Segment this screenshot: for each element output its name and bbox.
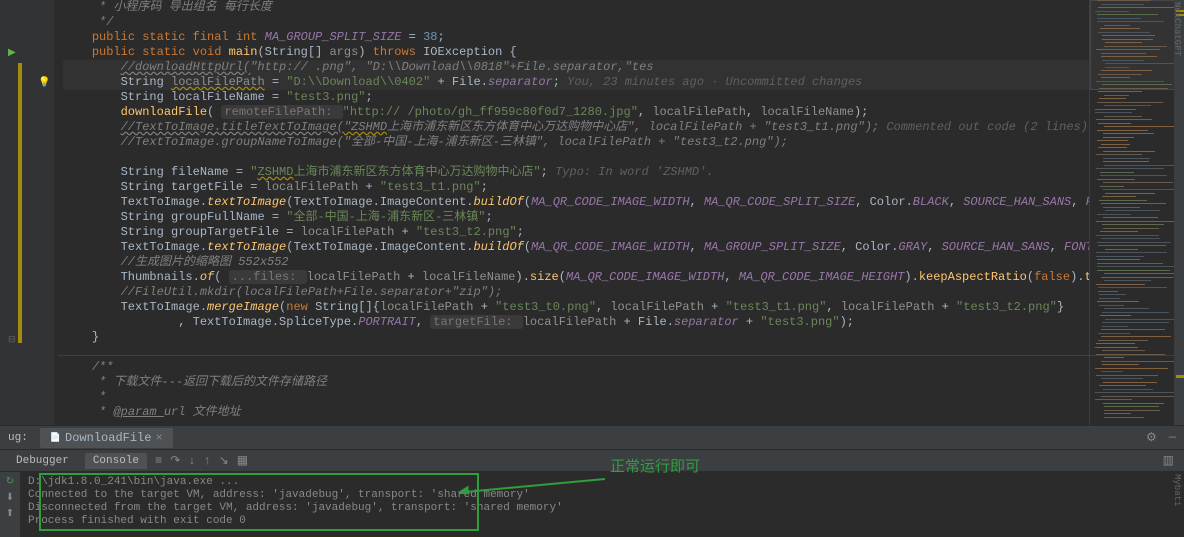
method-separator <box>58 355 1184 356</box>
change-marker <box>18 63 22 343</box>
console-line: D:\jdk1.8.0_241\bin\java.exe ... <box>28 476 1176 489</box>
evaluate-icon[interactable]: ▦ <box>237 453 248 468</box>
code-line[interactable]: downloadFile( remoteFilePath: "http:// /… <box>63 105 1089 120</box>
code-line[interactable]: //TextToImage.groupNameToImage("全部-中国-上海… <box>63 135 1089 150</box>
gear-icon[interactable]: ⚙ <box>1146 430 1157 445</box>
debugger-tab[interactable]: Debugger <box>8 453 77 469</box>
code-line[interactable]: TextToImage.mergeImage(new String[]{loca… <box>63 300 1089 315</box>
run-config-tab[interactable]: 📄 DownloadFile × <box>40 428 173 448</box>
code-line[interactable]: //生成图片的缩略图 552x552 <box>63 255 1089 270</box>
code-line[interactable]: /** <box>63 360 1089 375</box>
close-tab-icon[interactable]: × <box>155 431 162 445</box>
code-line[interactable]: */ <box>63 15 1089 30</box>
console-line: Process finished with exit code 0 <box>28 515 1176 528</box>
console-output[interactable]: D:\jdk1.8.0_241\bin\java.exe ...Connecte… <box>20 472 1184 537</box>
console-tab[interactable]: Console <box>85 453 147 469</box>
console-gutter: ↻ ⬇ ⬆ <box>0 472 20 537</box>
layout-icon[interactable]: ▥ <box>1163 453 1174 468</box>
annotation-text: 正常运行即可 <box>610 455 700 476</box>
code-line[interactable]: public static final int MA_GROUP_SPLIT_S… <box>63 30 1089 45</box>
code-line[interactable]: Thumbnails.of( ...files: localFilePath +… <box>63 270 1089 285</box>
debug-panel: ug: 📄 DownloadFile × ⚙ — Debugger Consol… <box>0 425 1184 536</box>
editor-gutter: ▶ 💡 ⊟ <box>0 0 55 425</box>
code-line[interactable]: public static void main(String[] args) t… <box>63 45 1089 60</box>
code-line[interactable] <box>63 150 1089 165</box>
code-line[interactable]: * <box>63 390 1089 405</box>
collapse-icon[interactable]: ⊟ <box>8 335 16 345</box>
run-gutter-icon[interactable]: ▶ <box>8 47 16 59</box>
code-line[interactable]: String groupTargetFile = localFilePath +… <box>63 225 1089 240</box>
code-line[interactable]: String groupFullName = "全部-中国-上海-浦东新区-三林… <box>63 210 1089 225</box>
console-line: Disconnected from the target VM, address… <box>28 502 1176 515</box>
code-line[interactable]: String targetFile = localFilePath + "tes… <box>63 180 1089 195</box>
code-line[interactable]: TextToImage.textToImage(TextToImage.Imag… <box>63 240 1089 255</box>
code-line[interactable]: //FileUtil.mkdir(localFilePath+File.sepa… <box>63 285 1089 300</box>
debug-label: ug: <box>0 429 36 447</box>
rerun-icon[interactable]: ↻ <box>6 476 14 488</box>
step-out-icon[interactable]: ↑ <box>204 454 211 468</box>
step-into-icon[interactable]: ↓ <box>188 454 195 468</box>
code-line[interactable]: String localFileName = "test3.png"; <box>63 90 1089 105</box>
code-line[interactable]: //downloadHttpUrl("http:// .png", "D:\\D… <box>63 60 1089 75</box>
minimize-icon[interactable]: — <box>1169 430 1176 445</box>
run-to-cursor-icon[interactable]: ↘ <box>219 453 229 468</box>
file-icon: 📄 <box>50 433 61 443</box>
code-editor[interactable]: * 小程序码 导出组名 每行长度 */ public static final … <box>55 0 1089 425</box>
code-line[interactable]: } <box>63 330 1089 345</box>
code-line[interactable]: * @param url 文件地址 <box>63 405 1089 420</box>
code-line[interactable]: TextToImage.textToImage(TextToImage.Imag… <box>63 195 1089 210</box>
stop-icon[interactable]: ⬇ <box>6 492 14 504</box>
debug-toolbar: Debugger Console ≡ ↷ ↓ ↑ ↘ ▦ ▥ <box>0 450 1184 472</box>
scroll-indicator[interactable] <box>1174 0 1184 425</box>
watermark-top: NexChatGPT <box>1172 2 1182 56</box>
minimap[interactable] <box>1089 0 1184 425</box>
bulb-icon[interactable]: 💡 <box>38 77 50 89</box>
code-line[interactable]: String fileName = "ZSHMD上海市浦东新区东方体育中心万达购… <box>63 165 1089 180</box>
code-line[interactable]: //TextToImage.titleTextToImage("ZSHMD上海市… <box>63 120 1089 135</box>
code-line[interactable]: String localFilePath = "D:\\Download\\04… <box>63 75 1089 90</box>
code-line[interactable]: * 小程序码 导出组名 每行长度 <box>63 0 1089 15</box>
step-over-icon[interactable]: ↷ <box>170 453 180 468</box>
up-icon[interactable]: ⬆ <box>6 508 14 520</box>
code-line[interactable]: , TextToImage.SpliceType.PORTRAIT, targe… <box>63 315 1089 330</box>
watermark-bottom: Mybati <box>1172 474 1182 506</box>
code-line[interactable]: * 下载文件---返回下载后的文件存储路径 <box>63 375 1089 390</box>
filter-icon[interactable]: ≡ <box>155 454 162 468</box>
run-config-name: DownloadFile <box>65 431 151 445</box>
code-line[interactable] <box>63 345 1089 360</box>
console-line: Connected to the target VM, address: 'ja… <box>28 489 1176 502</box>
debug-tab-row: ug: 📄 DownloadFile × ⚙ — <box>0 426 1184 450</box>
